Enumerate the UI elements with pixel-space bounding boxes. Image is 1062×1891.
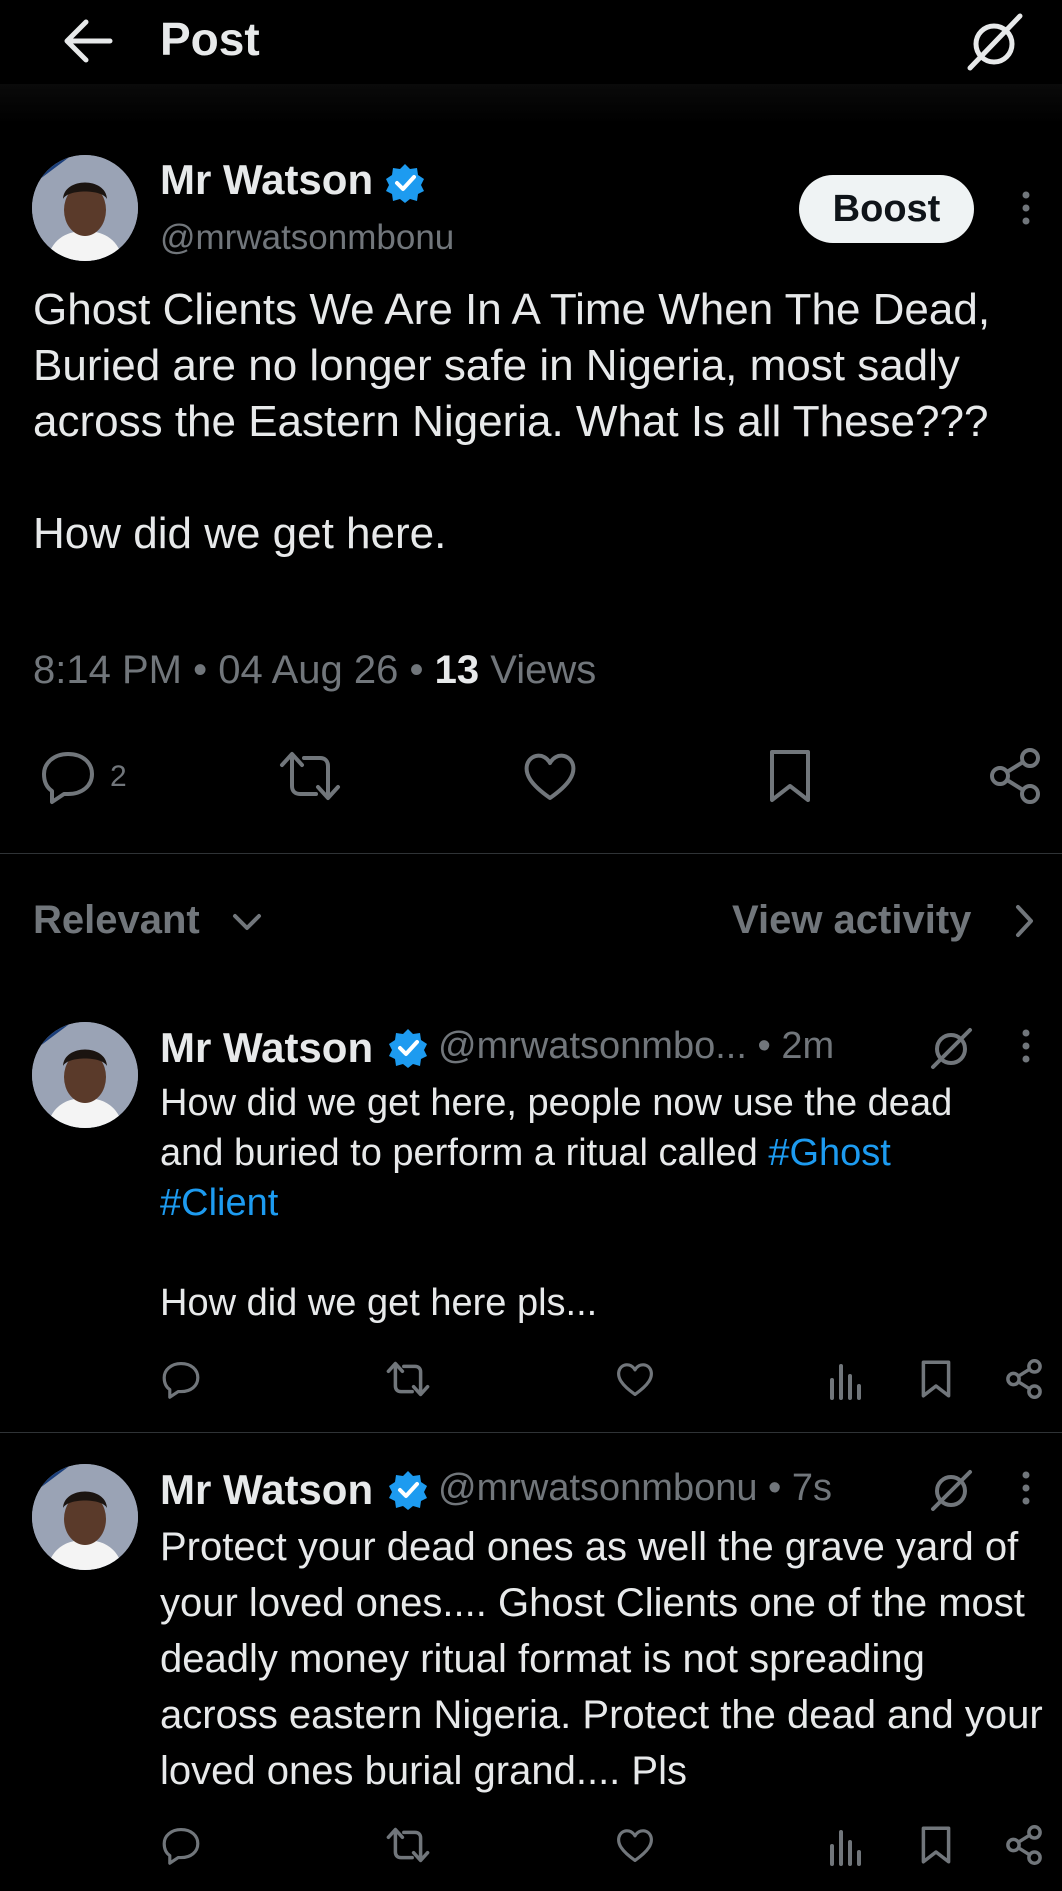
hashtag-link[interactable]: #Client <box>160 1182 278 1224</box>
boost-button[interactable]: Boost <box>799 175 974 243</box>
reply-author-name[interactable]: Mr Watson <box>160 1466 373 1514</box>
post-date: 04 Aug 26 <box>218 648 399 692</box>
sort-dropdown[interactable]: Relevant <box>33 898 200 943</box>
avatar[interactable] <box>32 1022 138 1128</box>
avatar[interactable] <box>32 1464 138 1570</box>
header-shadow <box>0 84 1062 124</box>
grok-slash-icon[interactable] <box>962 10 1026 74</box>
repost-icon[interactable] <box>384 1358 432 1400</box>
divider <box>0 1432 1062 1433</box>
grok-slash-icon[interactable] <box>928 1025 974 1071</box>
post-paragraph: How did we get here. <box>33 509 447 558</box>
verified-badge-icon <box>386 164 424 203</box>
reply-handle: @mrwatsonmbonu • 7s <box>438 1467 832 1510</box>
reply-icon[interactable] <box>160 1824 202 1866</box>
page-title: Post <box>160 13 260 65</box>
verified-badge-icon <box>389 1029 427 1068</box>
more-options-icon[interactable] <box>1016 1028 1036 1064</box>
reply-handle-text[interactable]: @mrwatsonmbonu <box>438 1467 757 1509</box>
hashtag-link[interactable]: #Ghost <box>768 1132 891 1174</box>
view-activity-link[interactable]: View activity <box>732 898 971 943</box>
reply-author-name[interactable]: Mr Watson <box>160 1024 373 1072</box>
bookmark-icon[interactable] <box>766 746 814 806</box>
reply-text-paragraph: Protect your dead ones as well the grave… <box>160 1525 1054 1793</box>
analytics-icon[interactable] <box>828 1360 864 1400</box>
bookmark-icon[interactable] <box>918 1824 954 1866</box>
post-text: Ghost Clients We Are In A Time When The … <box>33 282 1043 562</box>
arrow-left-icon[interactable] <box>60 18 114 64</box>
reply-text: Protect your dead ones as well the grave… <box>160 1519 1050 1799</box>
repost-icon[interactable] <box>278 746 342 806</box>
divider <box>0 853 1062 854</box>
reply-icon[interactable] <box>160 1358 202 1400</box>
author-name[interactable]: Mr Watson <box>160 156 373 204</box>
views-label[interactable]: Views <box>490 648 596 692</box>
post-meta: 8:14 PM • 04 Aug 26 • 13 Views <box>33 648 597 692</box>
reply-handle: @mrwatsonmbo... • 2m <box>438 1025 834 1068</box>
post-time: 8:14 PM <box>33 648 182 692</box>
reply-text-line: How did we get here, people now use the … <box>160 1082 953 1124</box>
top-bar: Post <box>0 0 1062 84</box>
reply-handle-text[interactable]: @mrwatsonmbo... <box>438 1025 747 1067</box>
verified-badge-icon <box>389 1471 427 1510</box>
post-paragraph: Ghost Clients We Are In A Time When The … <box>33 285 1003 446</box>
author-handle[interactable]: @mrwatsonmbonu <box>160 218 454 258</box>
repost-icon[interactable] <box>384 1824 432 1866</box>
reply-text: How did we get here, people now use the … <box>160 1078 1050 1328</box>
share-icon[interactable] <box>988 746 1042 806</box>
reply-time: • 2m <box>757 1025 835 1067</box>
like-icon[interactable] <box>614 1358 656 1400</box>
chevron-down-icon[interactable] <box>230 908 264 936</box>
like-icon[interactable] <box>614 1824 656 1866</box>
avatar[interactable] <box>32 155 138 261</box>
views-count: 13 <box>434 648 480 692</box>
reply-text-line: and buried to perform a ritual called <box>160 1132 769 1174</box>
share-icon[interactable] <box>1004 1824 1044 1866</box>
reply-icon[interactable] <box>40 746 96 806</box>
analytics-icon[interactable] <box>828 1826 864 1866</box>
chevron-right-icon[interactable] <box>1014 902 1036 940</box>
like-icon[interactable] <box>522 746 578 806</box>
bookmark-icon[interactable] <box>918 1358 954 1400</box>
more-options-icon[interactable] <box>1016 190 1036 226</box>
more-options-icon[interactable] <box>1016 1470 1036 1506</box>
reply-time: • 7s <box>768 1467 833 1509</box>
reply-text-line: How did we get here pls... <box>160 1282 598 1324</box>
reply-count: 2 <box>110 760 127 793</box>
share-icon[interactable] <box>1004 1358 1044 1400</box>
grok-slash-icon[interactable] <box>928 1467 974 1513</box>
